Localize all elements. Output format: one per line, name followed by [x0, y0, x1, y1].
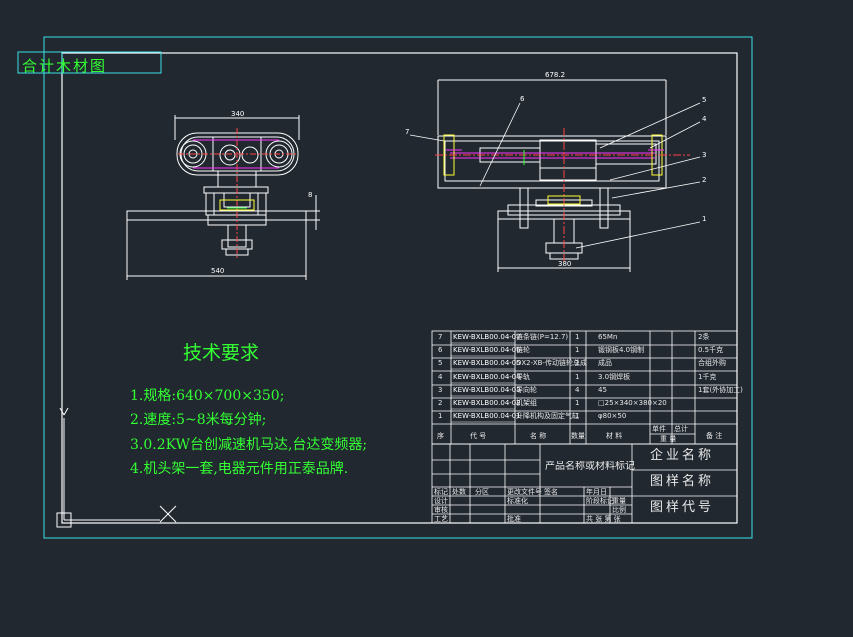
tb-design-label: 设计 [434, 497, 448, 505]
bom-row-1-code: KEW-BXLB00.04-01 [453, 412, 521, 420]
dim-front-bottom: 380 [558, 260, 571, 268]
tb-mark-label: 标记 [434, 488, 448, 496]
balloon-7: 7 [405, 128, 409, 136]
bom-row-3-no: 3 [438, 386, 443, 394]
bom-row-3-material: 45 [598, 386, 607, 394]
bom-row-6-name: 链轮 [516, 346, 530, 354]
tech-line-1: 1.规格:640×700×350; [130, 388, 285, 404]
bom-row-7-qty: 1 [575, 333, 580, 341]
bom-row-6-qty: 1 [575, 346, 580, 354]
tech-line-2: 2.速度:5~8米每分钟; [130, 412, 267, 428]
tb-approve-label: 批准 [507, 515, 521, 523]
balloon-3: 3 [702, 151, 706, 159]
bom-row-7-note: 2条 [698, 333, 710, 341]
bom-row-3-qty: 4 [575, 386, 580, 394]
drawing-name: 图样名称 [650, 474, 715, 489]
bom-row-1-name: 升降机构及固定气缸 [516, 412, 579, 420]
bom-row-2-material: □25×340×380×20 [598, 399, 667, 407]
bom-row-5-code: KEW-BXLB00.04-05 [453, 359, 521, 367]
dim-side-right: 8 [308, 191, 312, 199]
bom-row-6-code: KEW-BXLB00.04-06 [453, 346, 521, 354]
bom-row-4-note: 1千克 [698, 373, 717, 381]
bom-row-6-material: 锻钢板4.0钢制 [598, 346, 645, 354]
bom-row-1-qty: 1 [575, 412, 580, 420]
bom-header-material: 材 料 [606, 432, 623, 440]
tb-sign-label: 签名 [544, 488, 558, 496]
bom-row-2-name: 机架组 [516, 399, 537, 407]
bom-header-weight: 重 量 [660, 435, 677, 443]
bom-row-5-no: 5 [438, 359, 443, 367]
dim-side-top: 340 [231, 110, 244, 118]
tech-line-4: 4.机头架一套,电器元件用正泰品牌. [130, 461, 349, 477]
tb-review-label: 审核 [434, 506, 448, 514]
bom-row-4-code: KEW-BXLB00.04-04 [453, 373, 521, 381]
tb-scale-label: 比例 [612, 506, 626, 514]
balloon-4: 4 [702, 115, 707, 123]
tb-change-doc-label: 更改文件号 [507, 488, 542, 496]
stamp-label: 合计木材图 [22, 57, 108, 75]
bom-row-3-note: 1套(外协加工) [698, 386, 743, 394]
bom-row-7-code: KEW-BXLB00.04-07 [453, 333, 521, 341]
bom-row-1-material: φ80×50 [598, 412, 627, 420]
bom-header-name: 名 称 [530, 432, 547, 440]
bom-row-7-no: 7 [438, 333, 443, 341]
bom-row-4-material: 3.0钢焊板 [598, 373, 631, 381]
cad-drawing: 340 540 8 678.2 380 7 6 5 4 3 2 1 [17, 36, 753, 539]
front-view-dims: 678.2 380 [545, 71, 571, 268]
bom-row-1-no: 1 [438, 412, 443, 420]
bom-header-code: 代 号 [470, 432, 487, 440]
tech-line-3: 3.0.2KW台创减速机马达,台达变频器; [130, 437, 368, 453]
dim-front-top: 678.2 [545, 71, 565, 79]
bom-row-7-material: 65Mn [598, 333, 618, 341]
bom-row-3-code: KEW-BXLB00.04-03 [453, 386, 521, 394]
company-name: 企业名称 [650, 448, 715, 463]
balloon-1: 1 [702, 215, 706, 223]
balloon-2: 2 [702, 176, 706, 184]
tb-sheet-label: 共 张 第 张 [586, 515, 621, 523]
bom-header-note: 备 注 [706, 432, 723, 440]
dim-side-bottom: 540 [211, 267, 224, 275]
bom-row-2-qty: 1 [575, 399, 580, 407]
front-view-colored [435, 128, 690, 262]
tb-zone-label: 分区 [475, 488, 489, 496]
balloon-5: 5 [702, 96, 706, 104]
tb-craft-label: 工艺 [434, 515, 448, 523]
bom-row-4-qty: 1 [575, 373, 580, 381]
tech-requirements-title: 技术要求 [183, 342, 260, 364]
bom-row-6-note: 0.5千克 [698, 346, 724, 354]
bom-header-unit-weight: 单件 [652, 425, 666, 433]
bom-row-4-no: 4 [438, 373, 443, 381]
bom-row-3-name: 导向轮 [516, 386, 537, 394]
tb-standard-label: 标准化 [507, 497, 528, 505]
bom-header-total-weight: 总计 [674, 425, 688, 433]
bom-row-5-material: 成品 [598, 359, 612, 367]
bom-row-7-name: 链条链(P=12.7) [516, 333, 569, 341]
bom-header-no: 序 [437, 432, 444, 440]
front-view [437, 79, 667, 272]
bom-row-2-code: KEW-BXLB00.04-02 [453, 399, 521, 407]
drawing-code: 图样代号 [650, 500, 715, 515]
tb-stage-label: 阶段标记 [586, 497, 614, 505]
bom-row-6-no: 6 [438, 346, 443, 354]
bom-row-4-name: 导轨 [516, 373, 530, 381]
bom-row-2-no: 2 [438, 399, 443, 407]
tb-weight-label: 重量 [612, 497, 626, 505]
tb-count-label: 处数 [452, 488, 466, 496]
tb-date-label: 年月日 [586, 488, 607, 496]
bom-row-5-qty: 1 [575, 359, 580, 367]
bom-header-qty: 数量 [571, 432, 585, 440]
bom-row-5-note: 合组外购 [698, 359, 726, 367]
balloon-6: 6 [520, 95, 525, 103]
product-name-label: 产品名称或材料标记 [545, 461, 635, 472]
